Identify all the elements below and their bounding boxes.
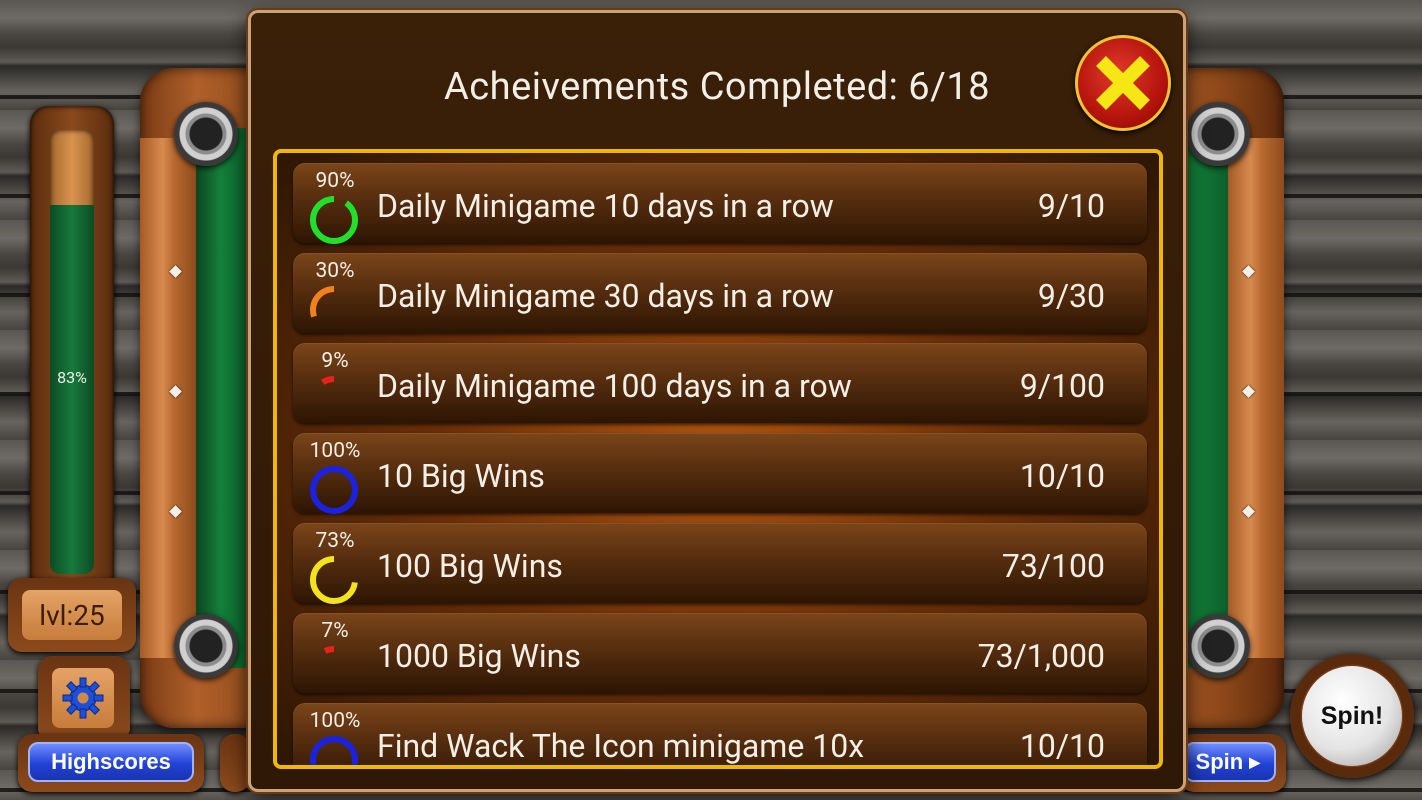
achievement-percent: 30% bbox=[315, 259, 355, 283]
achievement-progress: 73/1,000 bbox=[977, 637, 1105, 675]
table-rail-left bbox=[140, 138, 196, 658]
progress-ring-arc bbox=[310, 196, 358, 244]
progress-ring-arc bbox=[310, 556, 358, 604]
spin-tab-button[interactable]: Spin ▶ bbox=[1184, 742, 1276, 782]
progress-ring-icon bbox=[310, 466, 358, 514]
settings-button[interactable] bbox=[38, 656, 130, 742]
progress-ring-arc bbox=[310, 286, 358, 334]
table-felt-left bbox=[196, 128, 256, 668]
achievement-name: Find Wack The Icon minigame 10x bbox=[377, 727, 865, 765]
achievement-row: 30% Daily Minigame 30 days in a row 9/30 bbox=[293, 253, 1147, 334]
settings-button-face[interactable] bbox=[52, 668, 114, 728]
achievement-name: 100 Big Wins bbox=[377, 547, 563, 585]
highscores-button[interactable]: Highscores bbox=[28, 742, 194, 782]
achievement-progress: 73/100 bbox=[1001, 547, 1105, 585]
progress-ring-arc bbox=[310, 646, 358, 694]
achievement-percent: 100% bbox=[309, 709, 361, 733]
progress-ring-icon bbox=[310, 376, 358, 424]
achievement-percent: 7% bbox=[321, 619, 349, 643]
achievement-percent: 90% bbox=[315, 169, 355, 193]
achievement-row: 100% 10 Big Wins 10/10 bbox=[293, 433, 1147, 514]
progress-ring-arc bbox=[310, 376, 358, 424]
level-label: lvl:25 bbox=[22, 590, 122, 640]
achievement-progress: 9/10 bbox=[1037, 187, 1105, 225]
achievement-progress: 10/10 bbox=[1019, 727, 1105, 765]
achievement-percent: 9% bbox=[321, 349, 349, 373]
spin-button[interactable]: Spin! bbox=[1302, 666, 1402, 766]
highscores-frame: Highscores bbox=[18, 734, 204, 792]
progress-ring-icon bbox=[310, 736, 358, 765]
achievement-progress: 9/100 bbox=[1019, 367, 1105, 405]
progress-ring-icon bbox=[310, 286, 358, 334]
achievement-row: 9% Daily Minigame 100 days in a row 9/100 bbox=[293, 343, 1147, 424]
achievements-list[interactable]: 90% Daily Minigame 10 days in a row 9/10 30… bbox=[273, 149, 1163, 769]
table-rail-right bbox=[1228, 138, 1284, 658]
achievement-name: Daily Minigame 100 days in a row bbox=[377, 367, 852, 405]
achievement-name: 10 Big Wins bbox=[377, 457, 545, 495]
xp-meter: 83% bbox=[30, 106, 114, 594]
achievement-row: 7% 1000 Big Wins 73/1,000 bbox=[293, 613, 1147, 694]
progress-ring-icon bbox=[310, 646, 358, 694]
pocket-icon bbox=[1186, 614, 1250, 678]
pocket-icon bbox=[174, 102, 238, 166]
spin-button-frame: Spin! bbox=[1290, 654, 1414, 778]
spin-tab-frame: Spin ▶ bbox=[1180, 734, 1286, 792]
xp-percent-label: 83% bbox=[57, 368, 87, 387]
gear-icon bbox=[62, 677, 104, 719]
progress-ring-icon bbox=[310, 196, 358, 244]
dialog-title: Acheivements Completed: 6/18 bbox=[443, 65, 991, 109]
play-arrow-icon: ▶ bbox=[1249, 753, 1260, 770]
pocket-icon bbox=[174, 614, 238, 678]
achievement-progress: 9/30 bbox=[1037, 277, 1105, 315]
close-button[interactable] bbox=[1075, 35, 1171, 131]
hidden-button-frame bbox=[220, 734, 250, 792]
level-badge: lvl:25 bbox=[8, 578, 136, 652]
spin-tab-label: Spin bbox=[1195, 749, 1244, 774]
achievement-name: Daily Minigame 10 days in a row bbox=[377, 187, 834, 225]
close-x-icon bbox=[1096, 56, 1150, 110]
progress-ring-arc bbox=[310, 466, 358, 514]
achievement-row: 73% 100 Big Wins 73/100 bbox=[293, 523, 1147, 604]
achievement-name: 1000 Big Wins bbox=[377, 637, 581, 675]
achievement-progress: 10/10 bbox=[1019, 457, 1105, 495]
achievement-percent: 73% bbox=[315, 529, 355, 553]
xp-track: 83% bbox=[50, 130, 94, 574]
progress-ring-arc bbox=[310, 736, 358, 765]
pocket-icon bbox=[1186, 102, 1250, 166]
achievement-percent: 100% bbox=[309, 439, 361, 463]
progress-ring-icon bbox=[310, 556, 358, 604]
achievement-row: 100% Find Wack The Icon minigame 10x 10/10 bbox=[293, 703, 1147, 765]
achievements-dialog: Acheivements Completed: 6/18 90% Daily Mi… bbox=[248, 10, 1186, 792]
achievement-row: 90% Daily Minigame 10 days in a row 9/10 bbox=[293, 163, 1147, 244]
xp-fill bbox=[50, 205, 94, 574]
achievement-name: Daily Minigame 30 days in a row bbox=[377, 277, 834, 315]
